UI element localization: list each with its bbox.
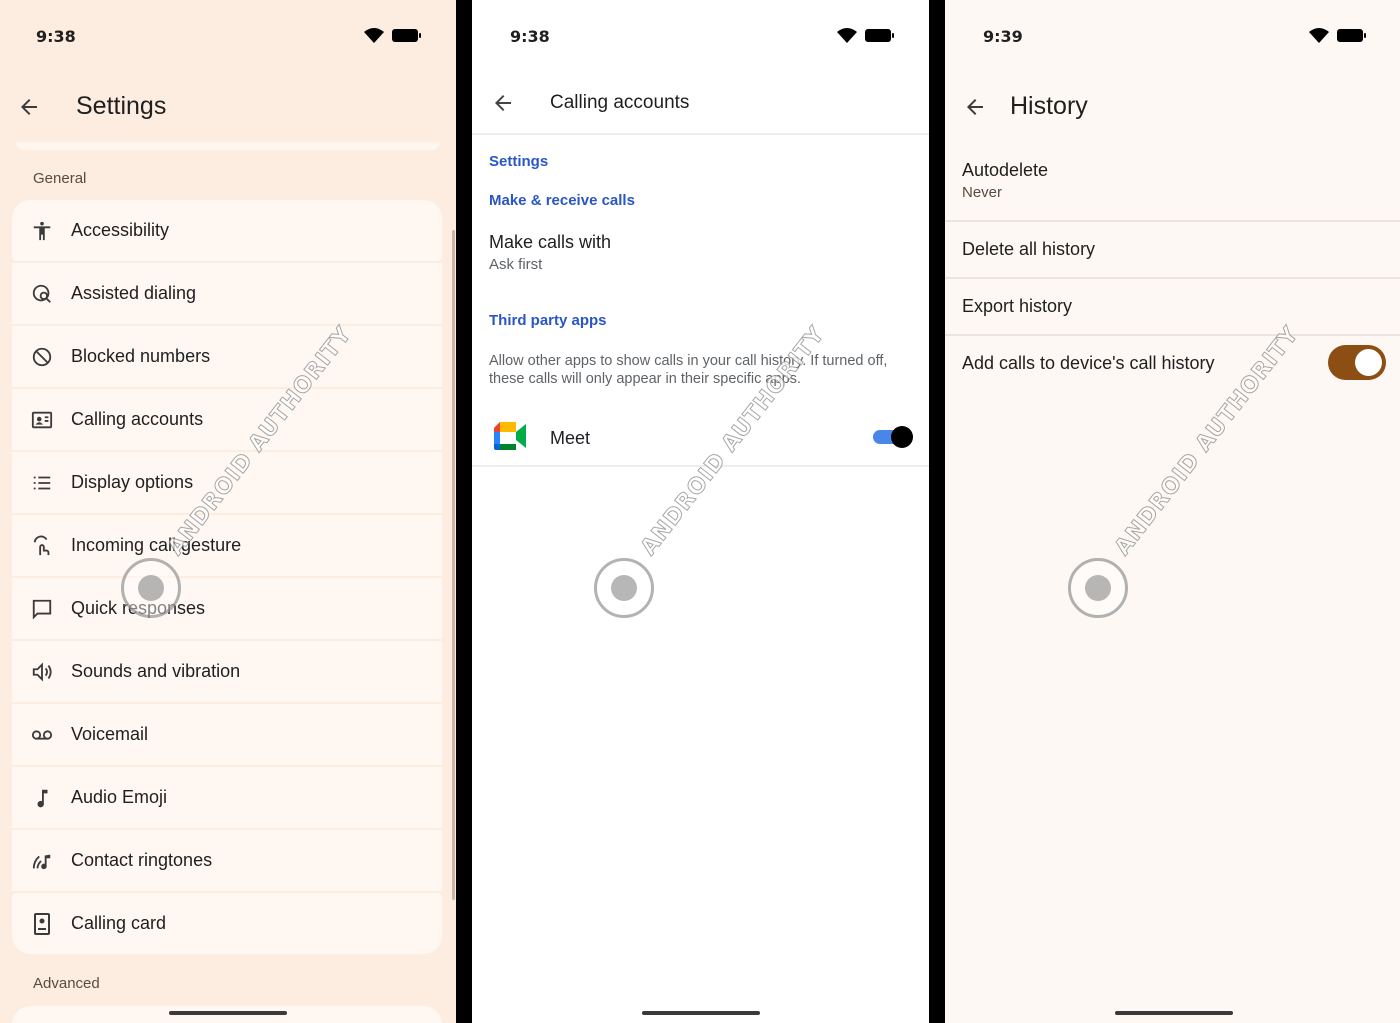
- assisted-dialing-icon: [30, 282, 54, 306]
- settings-item-calling-card[interactable]: Calling card: [12, 893, 442, 954]
- add-calls-label: Add calls to device's call history: [962, 353, 1215, 373]
- message-icon: [30, 597, 54, 621]
- make-calls-with-title: Make calls with: [489, 232, 612, 252]
- settings-item-accessibility[interactable]: Accessibility: [12, 200, 442, 261]
- page-title: Calling accounts: [550, 92, 690, 113]
- make-receive-calls-header: Make & receive calls: [489, 192, 635, 209]
- settings-item-label: Calling card: [71, 913, 167, 933]
- settings-item-label: Blocked numbers: [71, 346, 211, 366]
- divider: [472, 133, 929, 135]
- settings-screen: 9:38 Settings General Accessibility Assi…: [0, 0, 456, 1023]
- google-meet-icon: [494, 422, 526, 450]
- ringtone-icon: [30, 849, 54, 873]
- back-arrow-icon[interactable]: [491, 91, 515, 115]
- settings-item-display-options[interactable]: Display options: [12, 452, 442, 513]
- export-history-item[interactable]: Export history: [945, 279, 1400, 334]
- settings-item-label: Voicemail: [71, 724, 149, 744]
- battery-icon: [1337, 29, 1366, 42]
- gesture-handle: [642, 1011, 760, 1015]
- settings-item-label: Sounds and vibration: [71, 661, 241, 681]
- export-history-label: Export history: [962, 296, 1073, 316]
- status-time: 9:39: [983, 27, 1023, 46]
- add-calls-toggle[interactable]: [1328, 345, 1386, 380]
- section-general-label: General: [33, 170, 87, 187]
- status-bar: 9:38: [0, 0, 456, 70]
- settings-item-label: Quick responses: [71, 598, 206, 618]
- status-icons: [364, 28, 421, 43]
- autodelete-value: Never: [962, 184, 1003, 201]
- add-calls-item[interactable]: Add calls to device's call history: [945, 336, 1315, 391]
- calling-card-icon: [30, 912, 54, 936]
- delete-all-history-label: Delete all history: [962, 239, 1096, 259]
- gesture-handle: [1115, 1011, 1233, 1015]
- gesture-icon: [30, 534, 54, 558]
- settings-list: Accessibility Assisted dialing Blocked n…: [12, 200, 442, 956]
- calling-accounts-screen: 9:38 Calling accounts Settings Make & re…: [472, 0, 929, 1023]
- section-advanced-label: Advanced: [33, 975, 100, 992]
- settings-item-label: Display options: [71, 472, 194, 492]
- settings-item-label: Contact ringtones: [71, 850, 213, 870]
- settings-item-label: Calling accounts: [71, 409, 204, 429]
- status-time: 9:38: [510, 27, 550, 46]
- settings-item-quick-responses[interactable]: Quick responses: [12, 578, 442, 639]
- watermark-logo-icon: [1068, 558, 1128, 618]
- divider: [16, 142, 440, 150]
- settings-item-assisted-dialing[interactable]: Assisted dialing: [12, 263, 442, 324]
- status-icons: [837, 28, 894, 43]
- watermark-logo-icon: [594, 558, 654, 618]
- wifi-icon: [1309, 28, 1329, 43]
- third-party-description: Allow other apps to show calls in your c…: [489, 353, 888, 387]
- list-icon: [30, 471, 54, 495]
- settings-item-sounds-and-vibration[interactable]: Sounds and vibration: [12, 641, 442, 702]
- page-title: History: [1010, 92, 1088, 120]
- status-time: 9:38: [36, 27, 76, 46]
- back-arrow-icon[interactable]: [17, 95, 41, 119]
- battery-icon: [392, 29, 421, 42]
- status-bar: 9:38: [472, 0, 929, 70]
- make-calls-with-value: Ask first: [489, 256, 543, 273]
- settings-item-blocked-numbers[interactable]: Blocked numbers: [12, 326, 442, 387]
- status-icons: [1309, 28, 1366, 43]
- history-screen: 9:39 History Autodelete Never Delete all…: [945, 0, 1400, 1023]
- block-icon: [30, 345, 54, 369]
- third-party-apps-header: Third party apps: [489, 312, 607, 329]
- meet-label: Meet: [550, 428, 591, 448]
- settings-item-label: Audio Emoji: [71, 787, 168, 807]
- back-arrow-icon[interactable]: [963, 95, 987, 119]
- scrollbar[interactable]: [452, 230, 455, 900]
- settings-header: Settings: [489, 153, 549, 170]
- speaker-icon: [30, 660, 54, 684]
- settings-item-audio-emoji[interactable]: Audio Emoji: [12, 767, 442, 828]
- status-bar: 9:39: [945, 0, 1400, 70]
- wifi-icon: [364, 28, 384, 43]
- make-calls-with-item[interactable]: Make calls with Ask first: [472, 225, 929, 285]
- music-note-icon: [30, 786, 54, 810]
- meet-item[interactable]: Meet: [472, 410, 929, 465]
- page-title: Settings: [76, 92, 167, 120]
- divider: [472, 465, 929, 467]
- meet-toggle[interactable]: [873, 426, 913, 448]
- account-card-icon: [30, 408, 54, 432]
- wifi-icon: [837, 28, 857, 43]
- settings-item-label: Accessibility: [71, 220, 170, 240]
- settings-item-label: Incoming call gesture: [71, 535, 242, 555]
- accessibility-icon: [30, 219, 54, 243]
- gesture-handle: [169, 1011, 287, 1015]
- settings-item-incoming-call-gesture[interactable]: Incoming call gesture: [12, 515, 442, 576]
- voicemail-icon: [30, 723, 54, 747]
- delete-all-history-item[interactable]: Delete all history: [945, 222, 1400, 277]
- autodelete-item[interactable]: Autodelete Never: [945, 150, 1400, 220]
- autodelete-title: Autodelete: [962, 160, 1049, 180]
- settings-item-calling-accounts[interactable]: Calling accounts: [12, 389, 442, 450]
- settings-item-contact-ringtones[interactable]: Contact ringtones: [12, 830, 442, 891]
- battery-icon: [865, 29, 894, 42]
- settings-item-label: Assisted dialing: [71, 283, 197, 303]
- settings-item-voicemail[interactable]: Voicemail: [12, 704, 442, 765]
